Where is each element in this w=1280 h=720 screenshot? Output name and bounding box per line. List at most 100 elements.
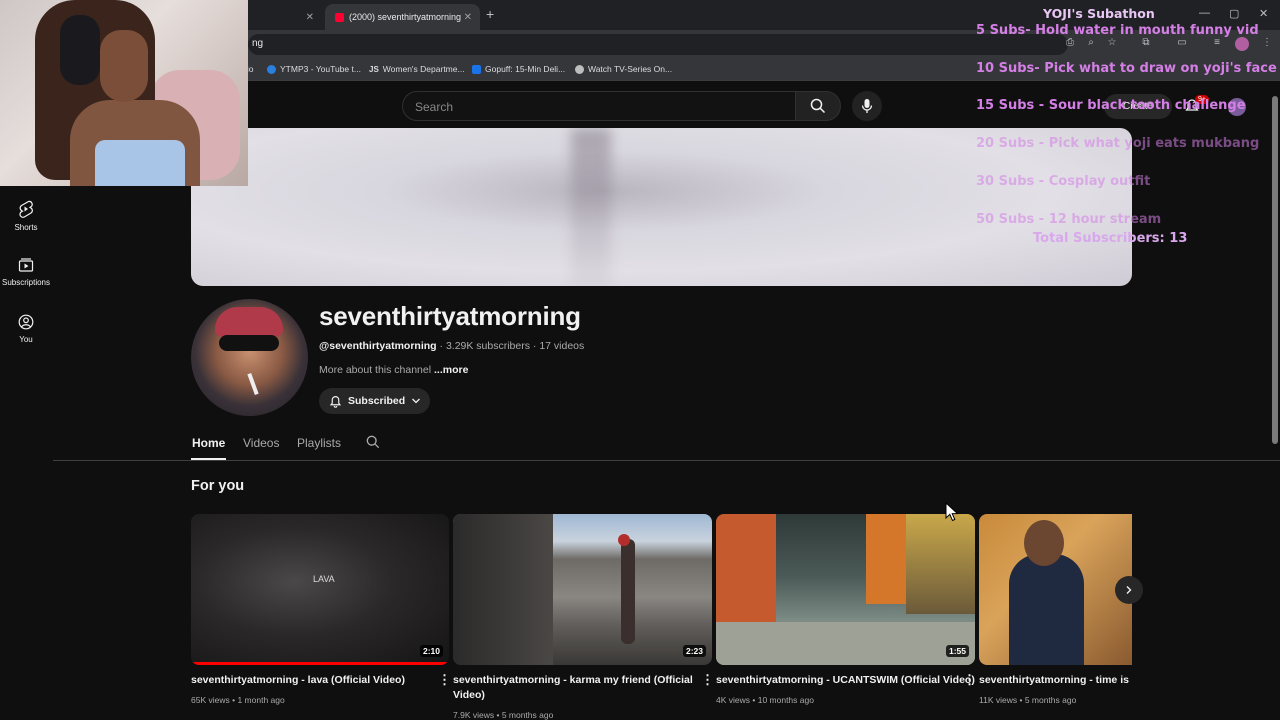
close-tab-icon[interactable]: ✕: [464, 12, 472, 23]
subathon-goal: 20 Subs - Pick what yoji eats mukbang: [976, 136, 1260, 151]
bookmark-label: Watch TV-Series On...: [588, 64, 673, 74]
tab-title: (2000) seventhirtyatmorning - Y: [349, 12, 461, 22]
bookmark-favicon-icon: [267, 64, 276, 74]
video-thumbnail[interactable]: [979, 514, 1132, 665]
youtube-favicon-icon: [335, 12, 344, 22]
video-meta: 11K views • 5 months ago: [979, 695, 1077, 705]
video-duration: 2:23: [682, 645, 706, 657]
bookmark-favicon-icon: [472, 64, 481, 74]
bookmark-favicon-icon: [575, 64, 584, 74]
sidebar-label: Subscriptions: [1, 278, 51, 287]
sidebar-item-subscriptions[interactable]: Subscriptions: [0, 257, 52, 287]
microphone-icon: [861, 99, 873, 113]
subscriptions-icon: [18, 258, 34, 272]
video-duration: 2:10: [419, 645, 443, 657]
browser-tab-active[interactable]: (2000) seventhirtyatmorning - Y ✕: [325, 4, 480, 30]
video-thumbnail[interactable]: LAVA 2:10: [191, 514, 449, 665]
subscriber-count: 3.29K subscribers: [445, 340, 530, 352]
tab-playlists[interactable]: Playlists: [297, 436, 341, 450]
bookmark-item[interactable]: YTMP3 - YouTube t...: [267, 64, 361, 74]
video-menu-icon[interactable]: ⋮: [701, 672, 714, 688]
video-title[interactable]: seventhirtyatmorning - karma my friend (…: [453, 673, 693, 703]
channel-about-link[interactable]: More about this channel ...more: [319, 364, 468, 376]
more-link[interactable]: ...more: [434, 364, 468, 376]
new-tab-button[interactable]: +: [486, 6, 494, 22]
sidebar-label: Shorts: [14, 223, 38, 232]
maximize-icon[interactable]: ▢: [1229, 7, 1239, 20]
zoom-icon[interactable]: ⌕: [1084, 37, 1098, 51]
chevron-down-icon: [412, 398, 421, 404]
section-title: For you: [191, 478, 245, 494]
install-icon[interactable]: ⎙: [1063, 37, 1077, 51]
video-thumbnail[interactable]: 2:23: [453, 514, 712, 665]
subathon-total: Total Subscribers: 13: [1033, 231, 1188, 246]
video-meta: 65K views • 1 month ago: [191, 695, 285, 705]
video-title[interactable]: seventhirtyatmorning - UCANTSWIM (Offici…: [716, 673, 975, 688]
close-tab-icon[interactable]: ✕: [306, 12, 314, 23]
bookmark-label: Gopuff: 15-Min Deli...: [485, 64, 566, 74]
scrollbar-thumb[interactable]: [1272, 96, 1278, 444]
bell-icon: [329, 395, 342, 408]
bookmark-item[interactable]: Watch TV-Series On...: [575, 64, 672, 74]
search-button[interactable]: [795, 91, 841, 121]
sidebar-item-you[interactable]: You: [0, 314, 52, 344]
bookmark-star-icon[interactable]: ☆: [1105, 37, 1119, 51]
channel-name: seventhirtyatmorning: [319, 301, 581, 331]
close-window-icon[interactable]: ✕: [1259, 7, 1268, 20]
subathon-goal: 10 Subs- Pick what to draw on yoji's fac…: [976, 61, 1277, 76]
media-icon[interactable]: ≡: [1210, 37, 1224, 51]
about-text: More about this channel: [319, 364, 432, 376]
sidebar-label: You: [19, 335, 33, 344]
subathon-title: YOJI's Subathon: [1043, 6, 1155, 21]
extensions-icon[interactable]: ⧉: [1139, 37, 1153, 51]
video-menu-icon[interactable]: ⋮: [963, 672, 976, 688]
search-input[interactable]: Search: [402, 91, 796, 121]
video-meta: 4K views • 10 months ago: [716, 695, 814, 705]
shelf-next-button[interactable]: [1115, 576, 1143, 604]
subathon-goal: 5 Subs- Hold water in mouth funny vid: [976, 23, 1259, 38]
bookmark-label: YTMP3 - YouTube t...: [280, 64, 361, 74]
search-placeholder: Search: [415, 100, 454, 114]
person-figure: [1009, 554, 1084, 665]
video-title[interactable]: seventhirtyatmorning - lava (Official Vi…: [191, 673, 431, 688]
webcam-overlay: [0, 0, 248, 186]
channel-handle[interactable]: @seventhirtyatmorning: [319, 340, 437, 352]
search-icon: [810, 98, 826, 114]
video-count: 17 videos: [539, 340, 585, 352]
watch-progress-bar: [191, 662, 449, 665]
address-bar[interactable]: ng: [248, 34, 1068, 55]
video-meta: 7.9K views • 5 months ago: [453, 710, 554, 720]
subathon-goal: 15 Subs - Sour black tooth challenge: [976, 98, 1246, 113]
bookmark-label: Women's Departme...: [382, 64, 465, 74]
bookmark-favicon-icon: JS: [369, 64, 379, 74]
bookmark-item[interactable]: JS Women's Departme...: [369, 64, 465, 74]
shorts-icon: [19, 200, 33, 218]
tabs-divider: [53, 460, 1280, 461]
video-menu-icon[interactable]: ⋮: [438, 672, 451, 688]
voice-search-button[interactable]: [852, 91, 882, 121]
sidebar-item-shorts[interactable]: Shorts: [0, 200, 52, 232]
profile-avatar-icon[interactable]: [1235, 37, 1249, 51]
minimize-icon[interactable]: —: [1199, 7, 1210, 19]
tab-videos[interactable]: Videos: [243, 436, 279, 450]
split-view-icon[interactable]: ▭: [1175, 37, 1189, 51]
address-text: ng: [252, 38, 264, 49]
channel-banner: [191, 128, 1132, 286]
bookmark-item[interactable]: Gopuff: 15-Min Deli...: [472, 64, 565, 74]
channel-avatar[interactable]: [191, 299, 308, 416]
person-figure: [621, 539, 635, 644]
video-title[interactable]: seventhirtyatmorning - time is not: [979, 673, 1132, 688]
video-thumbnail[interactable]: 1:55: [716, 514, 975, 665]
mouse-cursor-icon: [945, 502, 959, 522]
tab-home[interactable]: Home: [192, 436, 225, 450]
channel-search-icon[interactable]: [366, 435, 380, 449]
chevron-right-icon: [1126, 586, 1132, 594]
browser-tab-inactive[interactable]: ✕: [250, 4, 322, 30]
you-icon: [18, 314, 34, 330]
menu-kebab-icon[interactable]: ⋮: [1260, 37, 1274, 51]
channel-meta: @seventhirtyatmorning · 3.29K subscriber…: [319, 340, 585, 352]
video-duration: 1:55: [945, 645, 969, 657]
subscribed-button[interactable]: Subscribed: [319, 388, 430, 414]
subathon-goal: 30 Subs - Cosplay outfit: [976, 174, 1151, 189]
subscribed-label: Subscribed: [348, 395, 406, 407]
